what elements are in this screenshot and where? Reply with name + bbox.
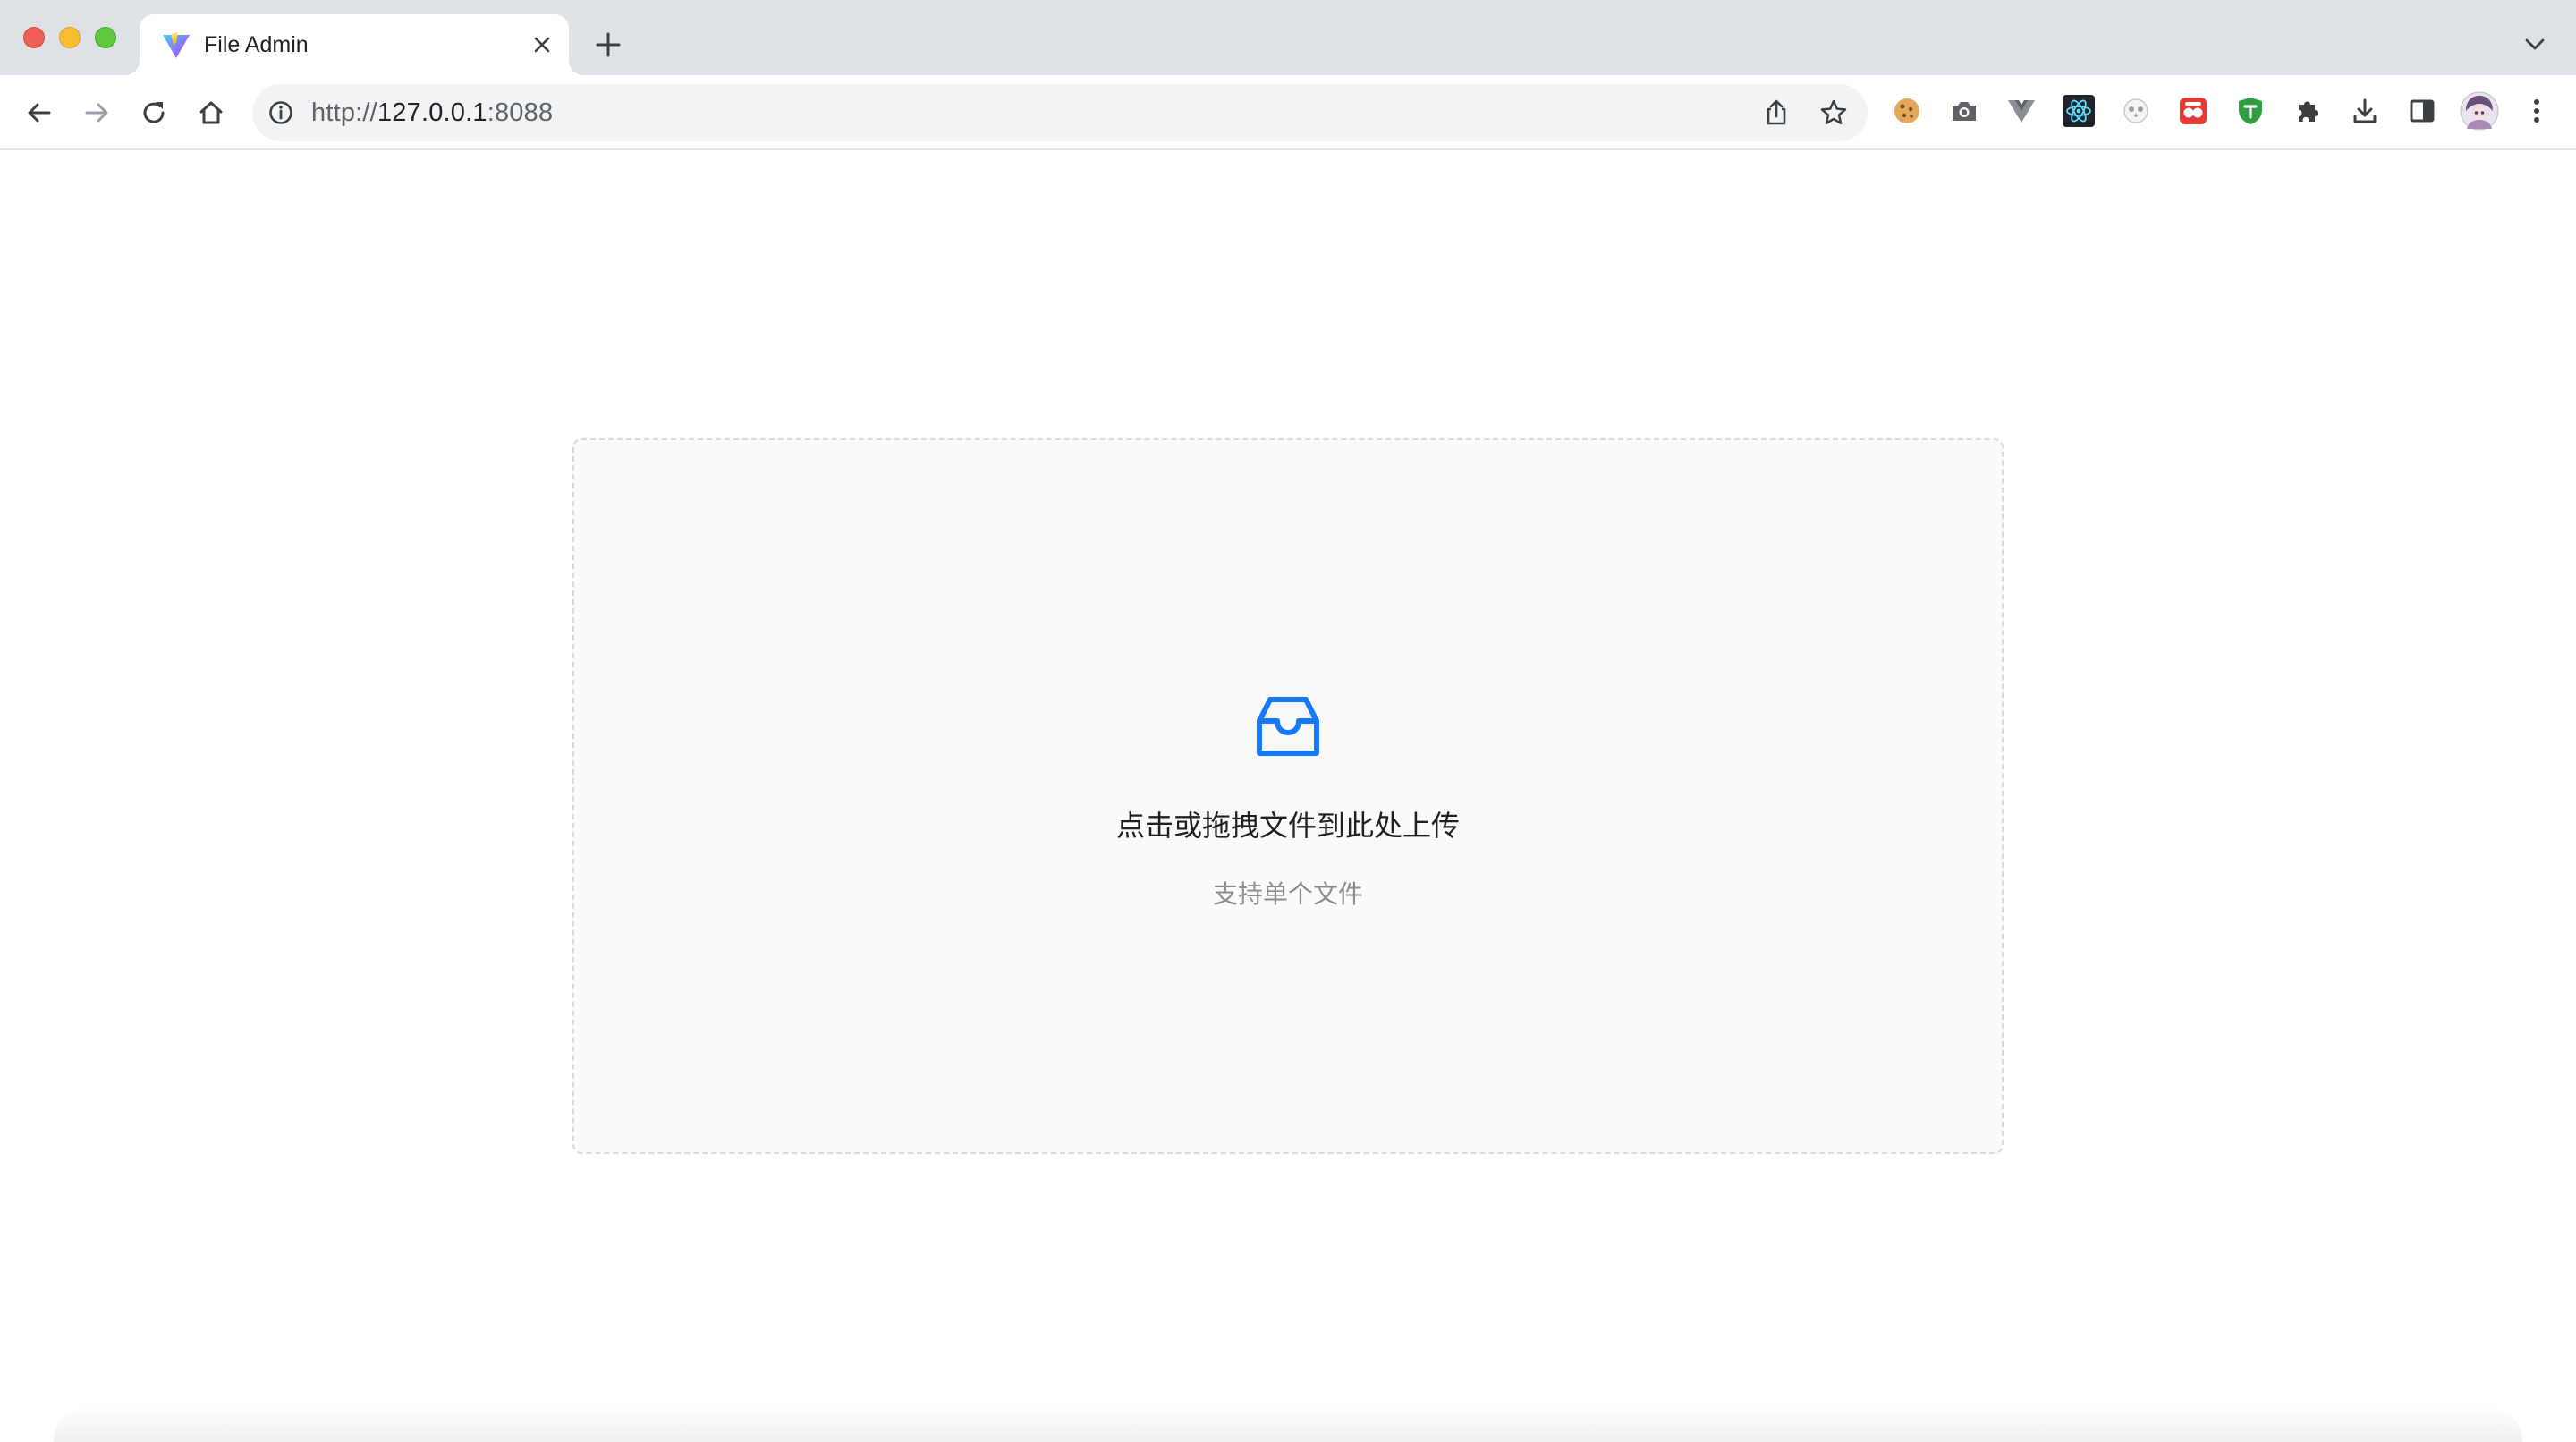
fullscreen-window-button[interactable] <box>95 27 116 48</box>
vue-devtools-icon[interactable] <box>2002 91 2041 131</box>
share-icon[interactable] <box>1757 93 1796 132</box>
more-icon[interactable] <box>2517 91 2556 131</box>
url-host: 127.0.0.1 <box>377 98 487 127</box>
url-port: :8088 <box>487 98 554 127</box>
address-bar[interactable]: http://127.0.0.1:8088 <box>252 84 1868 141</box>
new-tab-button[interactable] <box>590 27 626 63</box>
inbox-icon <box>1256 694 1320 759</box>
dual-icon[interactable] <box>2174 91 2213 131</box>
forward-icon[interactable] <box>75 91 118 134</box>
chevron-down-icon[interactable] <box>2519 30 2551 59</box>
home-icon[interactable] <box>190 91 233 134</box>
back-icon[interactable] <box>18 91 61 134</box>
url-text[interactable]: http://127.0.0.1:8088 <box>311 98 553 128</box>
url-scheme: http:// <box>311 98 377 127</box>
minimize-window-button[interactable] <box>59 27 80 48</box>
close-window-button[interactable] <box>23 27 45 48</box>
vite-logo-icon <box>161 30 191 61</box>
upload-instruction: 点击或拖拽文件到此处上传 <box>1115 809 1460 843</box>
info-icon[interactable] <box>265 97 297 129</box>
sidepanel-icon[interactable] <box>2402 91 2442 131</box>
star-icon[interactable] <box>1814 93 1853 132</box>
download-icon[interactable] <box>2345 91 2385 131</box>
upload-dropzone[interactable] <box>572 438 2004 1154</box>
upload-hint: 支持单个文件 <box>1212 879 1363 909</box>
close-tab-icon[interactable] <box>528 30 556 59</box>
shield-icon[interactable] <box>2231 91 2270 131</box>
panda-icon[interactable] <box>2116 91 2156 131</box>
reload-icon[interactable] <box>132 91 175 134</box>
tab-title: File Admin <box>204 32 309 57</box>
browser-tab-active[interactable]: File Admin <box>140 14 569 75</box>
react-devtools-icon[interactable] <box>2059 91 2098 131</box>
tab-strip: File Admin <box>0 0 2576 75</box>
camera-icon[interactable] <box>1945 91 1984 131</box>
bottom-shadow <box>54 1406 2522 1442</box>
puzzle-icon[interactable] <box>2288 91 2327 131</box>
cookie-icon[interactable] <box>1887 91 1927 131</box>
avatar[interactable] <box>2460 91 2499 131</box>
